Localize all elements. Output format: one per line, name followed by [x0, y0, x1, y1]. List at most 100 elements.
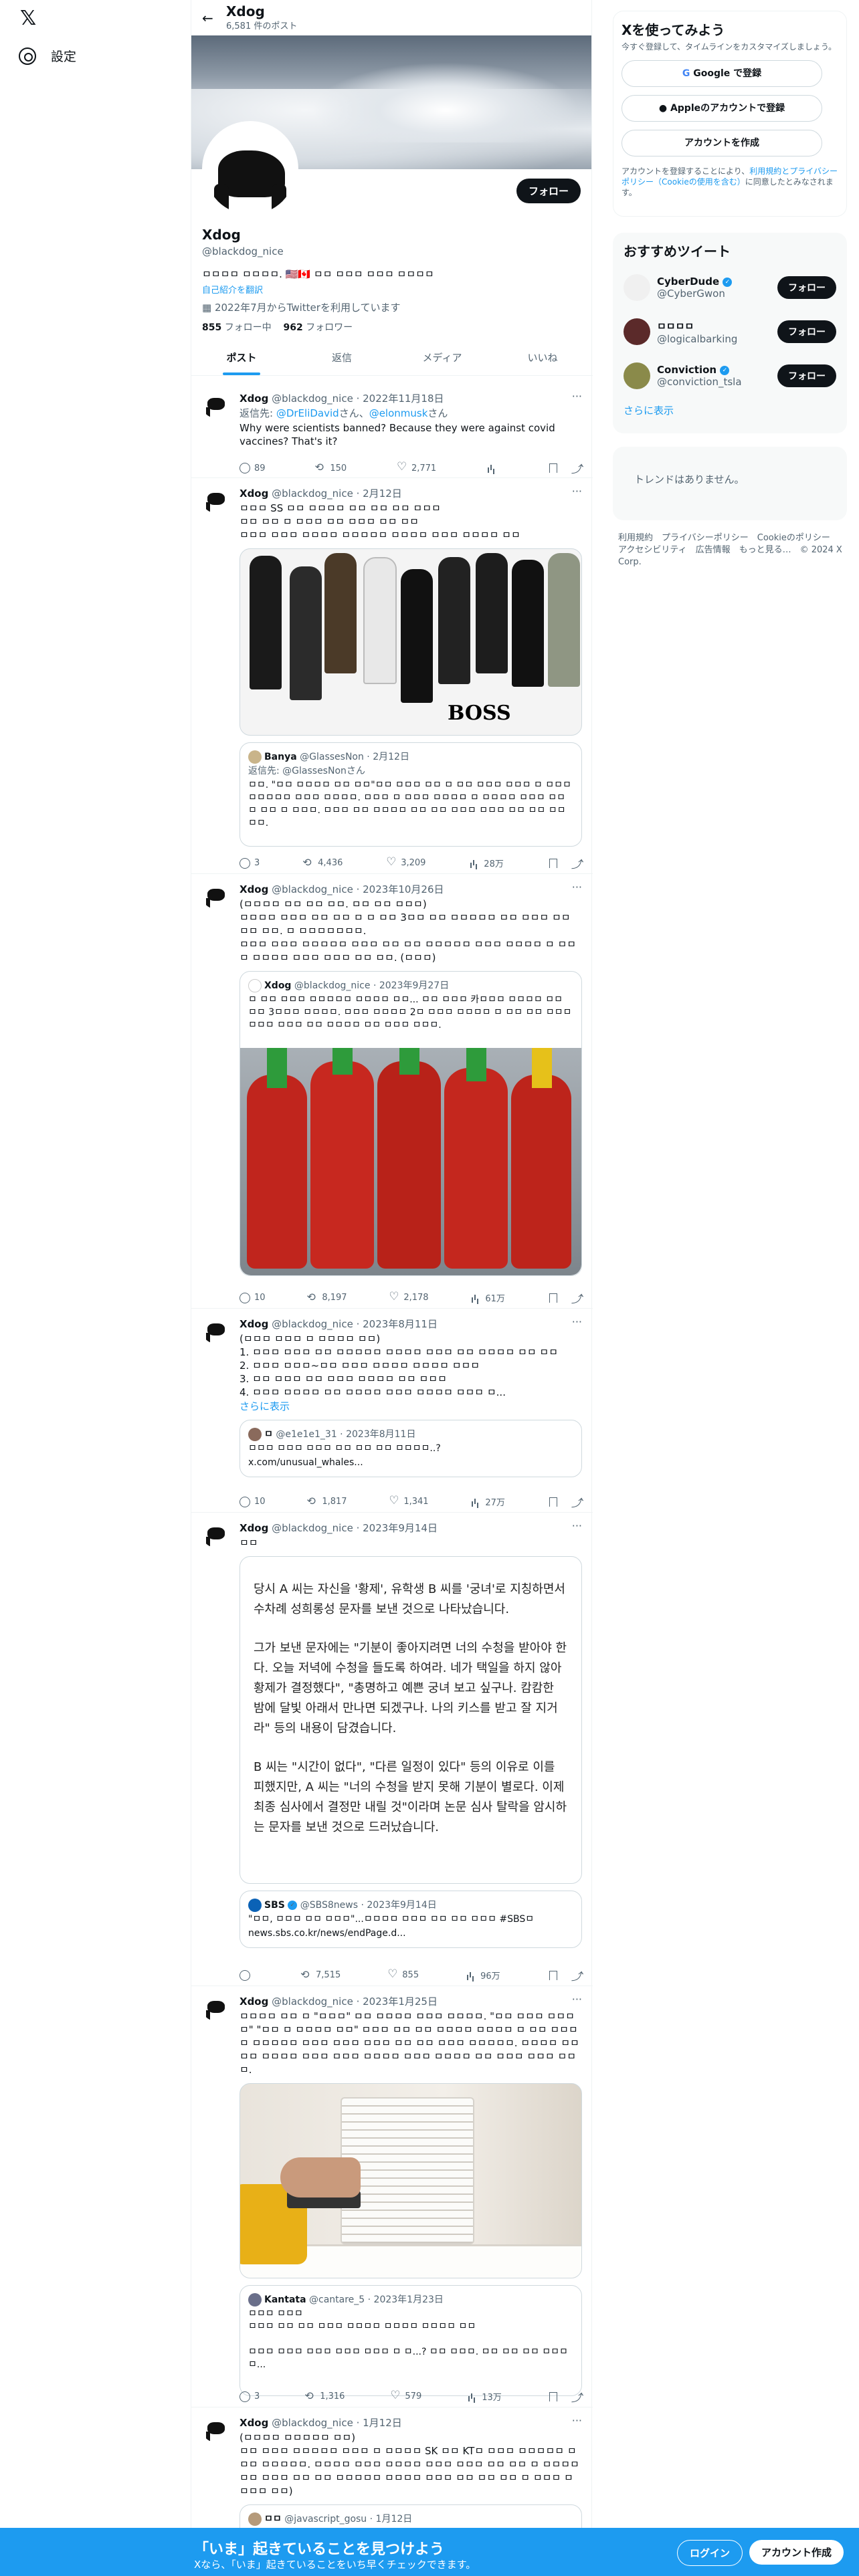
more-options-icon[interactable]: ··· — [572, 485, 582, 498]
retweet-button[interactable]: 1,316 — [305, 2389, 345, 2403]
views-button[interactable] — [486, 463, 497, 473]
like-button[interactable]: 1,341 — [389, 1494, 428, 1508]
share-icon[interactable] — [571, 1494, 582, 1510]
quote-link[interactable]: x.com/unusual_whales... — [248, 1457, 573, 1469]
views-button[interactable]: 96万 — [466, 1969, 500, 1981]
nav-item-settings[interactable]: 設定 — [19, 47, 76, 65]
bookmark-icon[interactable] — [547, 858, 558, 869]
back-arrow-icon[interactable]: ← — [202, 10, 226, 26]
follow-button[interactable]: フォロー — [777, 364, 836, 387]
show-more-recommended[interactable]: さらに表示 — [613, 398, 847, 423]
tab-replies[interactable]: 返信 — [292, 340, 392, 375]
translate-bio-link[interactable]: 自己紹介を翻訳 — [202, 283, 263, 296]
recommended-user[interactable]: CyberDude ✓ @CyberGwon フォロー — [613, 265, 847, 310]
tweet[interactable]: Xdog @blackdog_nice · 2022年11月18日 ··· 返信… — [191, 383, 593, 478]
tweet-avatar[interactable] — [202, 2416, 229, 2442]
apple-signup-button[interactable]: ● Appleのアカウントで登録 — [622, 95, 822, 122]
bookmark-icon[interactable] — [547, 2391, 558, 2402]
tweet-header: Xdog @blackdog_nice · 2023年8月11日 — [240, 1318, 438, 1330]
bookmark-icon[interactable] — [547, 1497, 558, 1507]
tweet-avatar[interactable] — [202, 391, 229, 418]
tweet-image[interactable]: 당시 A 씨는 자신을 '황제', 유학생 B 씨를 '궁녀'로 지칭하면서 수… — [240, 1556, 582, 1884]
views-button[interactable]: 13万 — [467, 2390, 502, 2403]
tweet-avatar[interactable] — [202, 1994, 229, 2021]
reply-button[interactable]: 3 — [240, 2390, 260, 2403]
profile-follow-button[interactable]: フォロー — [516, 179, 581, 203]
show-more-link[interactable]: さらに表示 — [240, 1399, 582, 1413]
quoted-tweet[interactable]: Banya @GlassesNon · 2月12日 返信先: @GlassesN… — [240, 742, 582, 847]
create-account-button[interactable]: アカウントを作成 — [622, 130, 822, 156]
follow-button[interactable]: フォロー — [777, 320, 836, 343]
tweet-avatar[interactable] — [202, 1317, 229, 1344]
user-avatar[interactable] — [624, 274, 650, 301]
login-button[interactable]: ログイン — [677, 2540, 743, 2566]
footer-links[interactable]: 利用規約 プライバシーポリシー Cookieのポリシー アクセシビリティ 広告情… — [618, 532, 846, 568]
follow-button[interactable]: フォロー — [777, 276, 836, 299]
retweet-button[interactable]: 8,197 — [307, 1291, 347, 1304]
tweet-avatar[interactable] — [202, 1521, 229, 1547]
tweet-image[interactable] — [240, 2083, 582, 2278]
tweet[interactable]: Xdog @blackdog_nice · 2023年9月14日 ··· ㅁㅁ … — [191, 1513, 593, 1986]
boss-logo: BOSS — [448, 702, 511, 725]
reply-button[interactable]: 3 — [240, 857, 260, 869]
more-options-icon[interactable]: ··· — [572, 1519, 582, 1532]
reply-button[interactable]: 10 — [240, 1495, 266, 1508]
tweet[interactable]: Xdog @blackdog_nice · 2023年1月25日 ··· ㅁㅁㅁ… — [191, 1986, 593, 2407]
retweet-button[interactable]: 150 — [315, 461, 347, 473]
reply-button[interactable]: 10 — [240, 1291, 266, 1304]
bookmark-icon[interactable] — [547, 1293, 558, 1303]
views-button[interactable]: 27万 — [470, 1495, 505, 1508]
recommended-user[interactable]: Conviction ✓ @conviction_tsla フォロー — [613, 354, 847, 398]
recommended-user[interactable]: ㅁㅁㅁㅁ @logicalbarking フォロー — [613, 310, 847, 354]
quoted-tweet[interactable]: ㅁ @e1e1e1_31 · 2023年8月11日 ㅁㅁㅁ ㅁㅁㅁ ㅁㅁㅁ ㅁㅁ… — [240, 1420, 582, 1477]
reply-button[interactable] — [240, 1969, 254, 1981]
quoted-tweet[interactable]: SBS ✓ @SBS8news · 2023年9月14日 "ㅁㅁ, ㅁㅁㅁ ㅁㅁ… — [240, 1891, 582, 1948]
quoted-tweet[interactable]: Xdog @blackdog_nice · 2023年9月27日 ㅁ ㅁㅁ ㅁㅁ… — [240, 971, 582, 1276]
tab-likes[interactable]: いいね — [492, 340, 593, 375]
more-options-icon[interactable]: ··· — [572, 881, 582, 893]
tab-media[interactable]: メディア — [392, 340, 492, 375]
google-signup-button[interactable]: G Google で登録 — [622, 60, 822, 87]
tweet-image[interactable]: BOSS — [240, 548, 582, 736]
mention-link[interactable]: @DrEliDavid — [276, 407, 339, 419]
bookmark-icon[interactable] — [547, 1970, 558, 1981]
tweet-avatar[interactable] — [202, 882, 229, 909]
share-icon[interactable] — [571, 855, 582, 871]
more-options-icon[interactable]: ··· — [572, 1315, 582, 1328]
quote-link[interactable]: news.sbs.co.kr/news/endPage.d... — [248, 1927, 573, 1940]
tweet-avatar[interactable] — [202, 486, 229, 513]
reply-button[interactable]: 89 — [240, 463, 266, 473]
retweet-button[interactable]: 4,436 — [303, 856, 343, 869]
tweet[interactable]: Xdog @blackdog_nice · 2023年10月26日 ··· (ㅁ… — [191, 874, 593, 1309]
share-icon[interactable] — [571, 1967, 582, 1983]
bookmark-icon[interactable] — [547, 463, 558, 473]
following-link[interactable]: 855 フォロー中 — [202, 322, 272, 333]
followers-link[interactable]: 962 フォロワー — [284, 322, 353, 333]
share-icon[interactable] — [571, 460, 582, 476]
tweet[interactable]: Xdog @blackdog_nice · 2月12日 ··· ㅁㅁㅁ SS ㅁ… — [191, 478, 593, 874]
signup-button[interactable]: アカウント作成 — [749, 2540, 844, 2565]
user-avatar[interactable] — [624, 318, 650, 345]
more-options-icon[interactable]: ··· — [572, 1993, 582, 2006]
share-icon[interactable] — [571, 2389, 582, 2405]
more-options-icon[interactable]: ··· — [572, 390, 582, 403]
like-button[interactable]: 3,209 — [386, 855, 425, 869]
share-icon[interactable] — [571, 1290, 582, 1306]
quoted-tweet[interactable]: Kantata @cantare_5 · 2023年1月23日 ㅁㅁㅁ ㅁㅁㅁ … — [240, 2285, 582, 2396]
like-button[interactable]: 2,771 — [397, 460, 436, 473]
views-button[interactable]: 61万 — [470, 1291, 505, 1304]
mention-link[interactable]: @elonmusk — [369, 407, 428, 419]
user-avatar[interactable] — [624, 362, 650, 389]
x-logo-icon[interactable]: 𝕏 — [20, 8, 41, 29]
profile-avatar[interactable] — [202, 121, 298, 217]
like-button[interactable]: 579 — [390, 2389, 421, 2403]
views-button[interactable]: 28万 — [469, 857, 504, 869]
tweet[interactable]: Xdog @blackdog_nice · 2023年8月11日 ··· (ㅁㅁ… — [191, 1309, 593, 1513]
more-options-icon[interactable]: ··· — [572, 2414, 582, 2427]
like-button[interactable]: 855 — [387, 1967, 419, 1981]
retweet-button[interactable]: 7,515 — [301, 1968, 341, 1981]
quote-image[interactable] — [240, 1048, 581, 1275]
like-button[interactable]: 2,178 — [389, 1290, 428, 1304]
retweet-button[interactable]: 1,817 — [307, 1495, 347, 1508]
tab-posts[interactable]: ポスト — [191, 340, 292, 375]
